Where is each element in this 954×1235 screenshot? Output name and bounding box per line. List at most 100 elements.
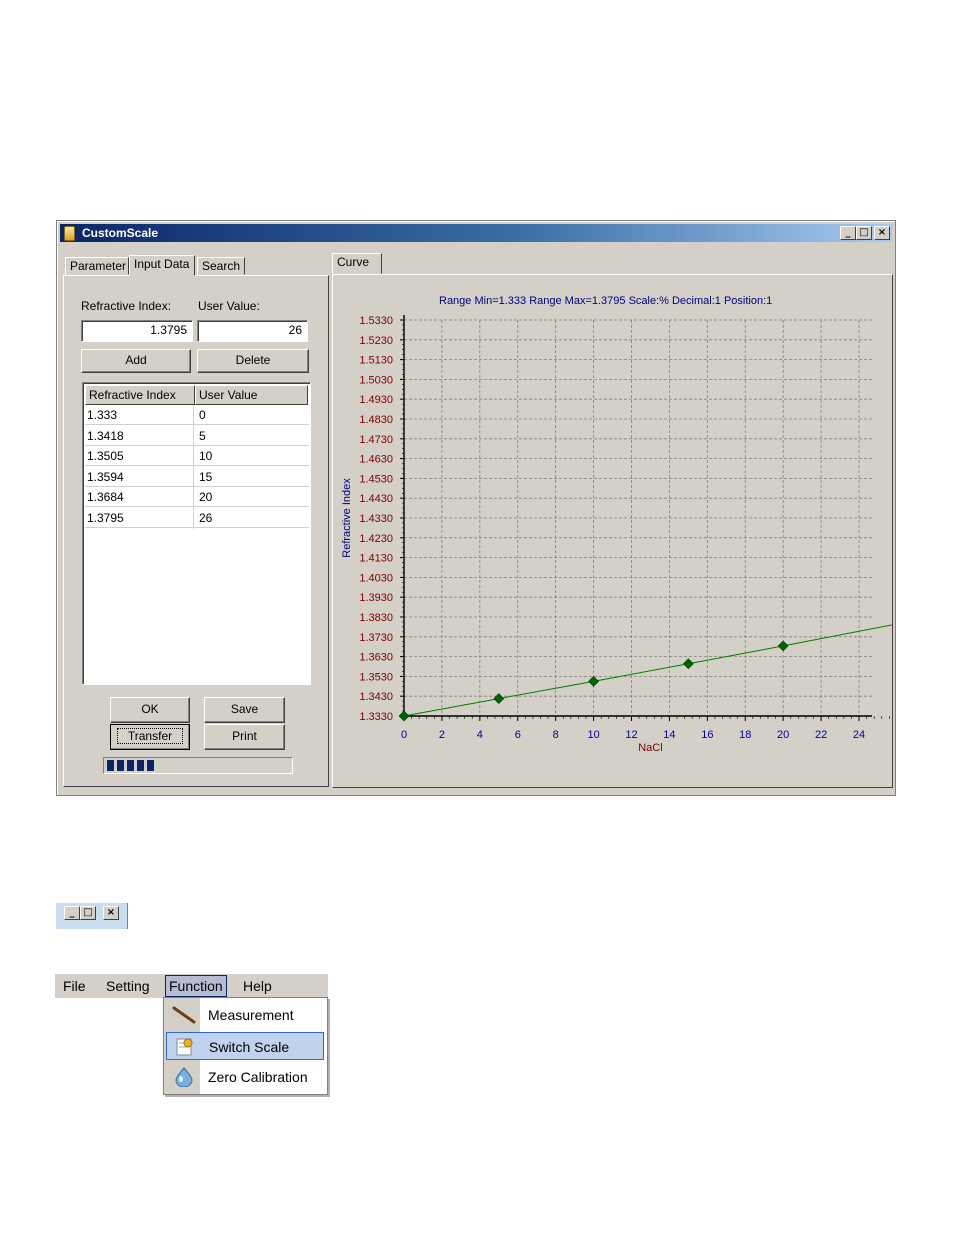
cell-user-value: 15 [199,469,213,484]
transfer-button[interactable]: Transfer [110,724,190,750]
x-tick-label: 10 [587,729,599,741]
transfer-button-label: Transfer [116,728,184,744]
menu-item-switch-scale[interactable]: Switch Scale [166,1032,324,1060]
switch-scale-icon [176,1038,193,1056]
x-tick-label: 8 [553,729,559,741]
y-tick-label: 1.3830 [359,612,393,624]
curve-panel: Range Min=1.333 Range Max=1.3795 Scale:%… [332,274,901,788]
menu-item-measurement[interactable]: Measurement [166,1001,324,1029]
cell-refractive-index: 1.3594 [87,469,124,484]
cell-user-value: 10 [199,449,213,463]
y-tick-label: 1.4230 [359,533,393,545]
snippet-minimize-button[interactable]: _ [64,906,80,920]
y-tick-label: 1.5230 [359,335,393,347]
menu-file[interactable]: File [63,978,86,994]
x-tick-label: 20 [777,729,789,741]
column-divider [193,405,194,529]
title-bar[interactable]: CustomScale _ □ × [60,224,892,242]
tab-input-data[interactable]: Input Data [129,255,195,276]
user-value-input[interactable]: 26 [197,320,308,342]
menu-setting[interactable]: Setting [106,978,150,994]
table-row[interactable]: 1.3594 15 [85,467,309,487]
function-dropdown-menu: Measurement Switch Scale Zero Calibratio… [163,997,328,1095]
x-axis-label: NaCl [638,742,662,754]
menu-item-label: Zero Calibration [208,1069,308,1085]
cell-refractive-index: 1.333 [87,408,118,422]
cell-user-value: 26 [199,510,213,525]
y-tick-label: 1.3630 [359,652,393,664]
y-tick-label: 1.4730 [359,434,393,446]
cell-user-value: 5 [199,428,206,443]
y-tick-label: 1.4830 [359,414,393,426]
x-tick-label: 2 [439,729,445,741]
y-tick-label: 1.5030 [359,374,393,386]
window-title: CustomScale [82,226,159,240]
y-axis-label: Refractive Index [341,478,353,558]
x-tick-label: 12 [625,729,637,741]
right-tab-strip: Curve [332,253,392,274]
x-tick-label: 14 [663,729,675,741]
cell-refractive-index: 1.3418 [87,428,124,443]
y-tick-label: 1.3430 [359,691,393,703]
input-data-panel: Refractive Index: User Value: 1.3795 26 … [63,275,329,787]
cell-refractive-index: 1.3795 [87,510,124,525]
column-header-user-value[interactable]: User Value [195,385,308,405]
cell-user-value: 20 [199,490,213,504]
menu-function[interactable]: Function [165,975,227,997]
minimize-button[interactable]: _ [840,226,856,240]
chart-title: Range Min=1.333 Range Max=1.3795 Scale:%… [439,295,772,307]
x-tick-label: 6 [515,729,521,741]
caption-buttons-snippet: _ □ × [56,903,128,929]
refractive-index-label: Refractive Index: [81,299,172,313]
print-button[interactable]: Print [204,724,285,750]
table-row[interactable]: 1.3505 10 [85,446,309,466]
maximize-button[interactable]: □ [856,226,872,240]
refractive-index-input[interactable]: 1.3795 [81,320,193,342]
data-point-marker [493,693,505,705]
column-header-refractive-index[interactable]: Refractive Index [85,385,195,405]
x-tick-label: 24 [853,729,865,741]
data-list[interactable]: Refractive Index User Value 1.333 0 1.3418… [82,382,311,685]
transfer-progress-bar [103,757,293,774]
menu-item-label: Measurement [208,1007,294,1023]
app-icon [64,226,75,241]
menu-item-label: Switch Scale [209,1039,290,1055]
menu-bar: File Setting Function Help [55,974,328,998]
customscale-window: CustomScale _ □ × Parameter Input Data S… [56,220,901,796]
table-row[interactable]: 1.3684 20 [85,487,309,507]
y-tick-label: 1.3330 [359,711,393,723]
y-tick-label: 1.4530 [359,473,393,485]
calibration-curve-chart: Range Min=1.333 Range Max=1.3795 Scale:%… [341,295,901,754]
snippet-maximize-button[interactable]: □ [80,906,96,920]
ok-button[interactable]: OK [110,697,190,723]
progress-block [147,760,154,771]
progress-block [117,760,124,771]
y-tick-label: 1.4630 [359,454,393,466]
y-tick-label: 1.5330 [359,315,393,327]
x-tick-label: 4 [477,729,483,741]
progress-block [127,760,134,771]
tab-curve[interactable]: Curve [332,253,382,274]
save-button[interactable]: Save [204,697,285,723]
y-tick-label: 1.4030 [359,572,393,584]
close-button[interactable]: × [874,226,890,240]
y-tick-label: 1.4430 [359,493,393,505]
cell-refractive-index: 1.3505 [87,449,124,463]
data-point-marker [588,675,600,687]
data-point-marker [398,710,410,722]
x-tick-label: 0 [401,729,407,741]
progress-block [107,760,114,771]
add-button[interactable]: Add [81,349,191,373]
table-row[interactable]: 1.333 0 [85,405,309,425]
left-tab-strip: Parameter Input Data Search [65,255,335,276]
menu-help[interactable]: Help [243,978,272,994]
tab-search[interactable]: Search [197,257,245,275]
tab-parameter[interactable]: Parameter [65,257,129,275]
x-tick-label: 16 [701,729,713,741]
menu-item-zero-calibration[interactable]: Zero Calibration [166,1063,324,1091]
snippet-close-button[interactable]: × [103,906,119,920]
y-tick-label: 1.3930 [359,592,393,604]
table-row[interactable]: 1.3795 26 [85,508,309,528]
table-row[interactable]: 1.3418 5 [85,426,309,446]
delete-button[interactable]: Delete [197,349,309,373]
